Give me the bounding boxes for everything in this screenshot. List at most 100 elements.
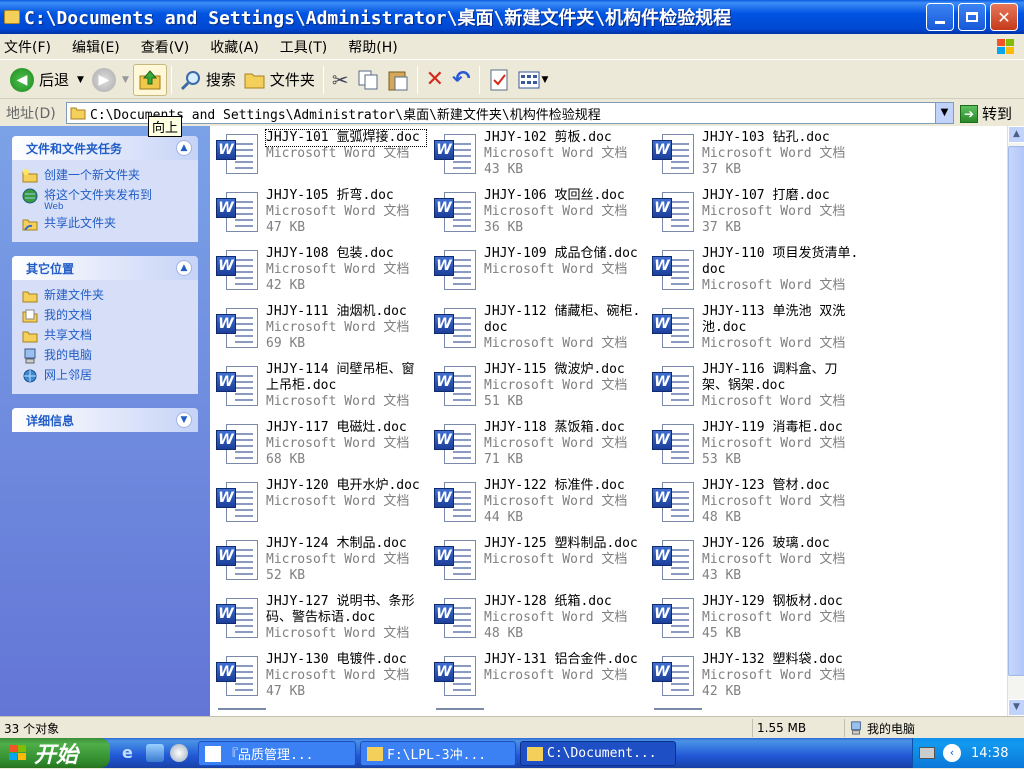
file-item[interactable]: W JHJY-105 折弯.doc Microsoft Word 文档 47 KB	[214, 188, 432, 246]
details-header[interactable]: 详细信息 ▼	[12, 408, 198, 432]
keyboard-icon[interactable]	[919, 747, 935, 759]
task-share-folder[interactable]: 共享此文件夹	[22, 216, 190, 232]
title-bar[interactable]: C:\Documents and Settings\Administrator\…	[0, 0, 1024, 34]
menu-tools[interactable]: 工具(T)	[280, 37, 327, 57]
file-item[interactable]: W JHJY-102 剪板.doc Microsoft Word 文档 43 KB	[432, 130, 650, 188]
other-places-header[interactable]: 其它位置 ▲	[12, 256, 198, 280]
file-item[interactable]: W JHJY-101 氩弧焊接.doc Microsoft Word 文档	[214, 129, 432, 188]
back-dropdown-icon[interactable]: ▼	[77, 75, 84, 85]
close-button[interactable]: ✕	[990, 3, 1018, 31]
file-item[interactable]: W JHJY-132 塑料袋.doc Microsoft Word 文档 42 KB	[650, 652, 868, 710]
place-my-computer[interactable]: 我的电脑	[22, 348, 190, 364]
file-item[interactable]: W JHJY-130 电镀件.doc Microsoft Word 文档 47 KB	[214, 652, 432, 710]
clock[interactable]: 14:38	[971, 746, 1008, 761]
back-button[interactable]: ◀ 后退 ▼	[6, 64, 88, 96]
minimize-button[interactable]	[926, 3, 954, 31]
go-button[interactable]: ➔ 转到	[960, 103, 1012, 124]
taskbar-button-folder-c[interactable]: C:\Document...	[520, 741, 676, 766]
file-type: Microsoft Word 文档	[266, 436, 410, 451]
panel-title: 其它位置	[26, 261, 75, 276]
file-item[interactable]: W JHJY-112 储藏柜、碗柜.doc Microsoft Word 文档	[432, 304, 650, 362]
file-list-view[interactable]: W JHJY-101 氩弧焊接.doc Microsoft Word 文档 W JHJY…	[210, 126, 1007, 716]
place-my-documents[interactable]: 我的文档	[22, 308, 190, 324]
menu-edit[interactable]: 编辑(E)	[72, 37, 120, 57]
file-tasks-header[interactable]: 文件和文件夹任务 ▲	[12, 136, 198, 160]
file-size: 43 KB	[484, 162, 524, 177]
collapse-icon[interactable]: ▲	[176, 260, 192, 276]
file-item[interactable]: W JHJY-131 铝合金件.doc Microsoft Word 文档	[432, 652, 650, 710]
file-item[interactable]: W JHJY-120 电开水炉.doc Microsoft Word 文档	[214, 478, 432, 536]
file-item[interactable]: W JHJY-127 说明书、条形码、警告标语.doc Microsoft Word…	[214, 594, 432, 652]
address-input[interactable]: C:\Documents and Settings\Administrator\…	[66, 102, 954, 124]
delete-button[interactable]: ✕	[422, 64, 448, 96]
expand-icon[interactable]: ▼	[176, 412, 192, 428]
place-shared-documents[interactable]: 共享文档	[22, 328, 190, 344]
file-item[interactable]: W JHJY-116 调料盒、刀架、锅架.doc Microsoft Word 文档	[650, 362, 868, 420]
task-new-folder[interactable]: 创建一个新文件夹	[22, 168, 190, 184]
paste-button[interactable]	[383, 64, 413, 96]
file-item[interactable]: W JHJY-123 管材.doc Microsoft Word 文档 48 KB	[650, 478, 868, 536]
file-item[interactable]: W JHJY-108 包装.doc Microsoft Word 文档 42 KB	[214, 246, 432, 304]
file-item[interactable]: W JHJY-103 钻孔.doc Microsoft Word 文档 37 KB	[650, 130, 868, 188]
file-item[interactable]: W JHJY-107 打磨.doc Microsoft Word 文档 37 KB	[650, 188, 868, 246]
folders-button[interactable]: 文件夹	[240, 64, 319, 96]
media-player-icon[interactable]	[170, 744, 188, 762]
taskbar-button-folder-f[interactable]: F:\LPL-3冲...	[360, 741, 516, 766]
task-publish-web[interactable]: 将这个文件夹发布到 Web	[22, 188, 190, 212]
word-document-icon: W	[432, 130, 480, 178]
restore-button[interactable]	[958, 3, 986, 31]
menu-file[interactable]: 文件(F)	[4, 37, 51, 57]
delete-icon: ✕	[425, 67, 445, 92]
file-item[interactable]: W JHJY-113 单洗池 双洗池.doc Microsoft Word 文档	[650, 304, 868, 362]
menu-view[interactable]: 查看(V)	[141, 37, 190, 57]
file-type: Microsoft Word 文档	[484, 146, 628, 161]
undo-button[interactable]: ↶	[448, 64, 474, 96]
file-item[interactable]: W JHJY-126 玻璃.doc Microsoft Word 文档 43 KB	[650, 536, 868, 594]
word-document-icon: W	[650, 304, 698, 352]
word-document-icon: W	[432, 188, 480, 236]
forward-dropdown-icon[interactable]: ▼	[122, 75, 129, 85]
file-item[interactable]: W JHJY-114 间壁吊柜、窗上吊柜.doc Microsoft Word 文档	[214, 362, 432, 420]
scroll-up-button[interactable]: ▲	[1008, 126, 1024, 143]
views-button[interactable]: ▼	[514, 64, 553, 96]
scroll-thumb[interactable]	[1008, 146, 1024, 676]
file-item[interactable]: W JHJY-129 钢板材.doc Microsoft Word 文档 45 KB	[650, 594, 868, 652]
properties-button[interactable]	[484, 64, 514, 96]
scroll-down-button[interactable]: ▼	[1008, 699, 1024, 716]
outlook-express-icon[interactable]	[146, 744, 164, 762]
file-item[interactable]: W JHJY-110 项目发货清单.doc Microsoft Word 文档	[650, 246, 868, 304]
windows-logo-icon	[997, 39, 1014, 54]
start-button[interactable]: 开始	[0, 738, 110, 768]
file-item[interactable]: W JHJY-128 纸箱.doc Microsoft Word 文档 48 KB	[432, 594, 650, 652]
show-hidden-icons-icon[interactable]: ‹	[943, 744, 961, 762]
menu-help[interactable]: 帮助(H)	[348, 37, 397, 57]
file-item[interactable]: W JHJY-124 木制品.doc Microsoft Word 文档 52 KB	[214, 536, 432, 594]
internet-explorer-icon[interactable]: e	[122, 744, 140, 762]
file-item[interactable]: W JHJY-111 油烟机.doc Microsoft Word 文档 69 KB	[214, 304, 432, 362]
up-folder-button[interactable]	[132, 63, 167, 96]
word-document-icon: W	[650, 362, 698, 410]
menu-favorites[interactable]: 收藏(A)	[210, 37, 259, 57]
cut-button[interactable]: ✂	[328, 64, 353, 96]
file-item[interactable]: W JHJY-122 标准件.doc Microsoft Word 文档 44 KB	[432, 478, 650, 536]
file-item[interactable]: W JHJY-118 蒸饭箱.doc Microsoft Word 文档 71 KB	[432, 420, 650, 478]
taskbar-button-quality[interactable]: 『品质管理...	[198, 741, 356, 766]
address-dropdown-button[interactable]: ▼	[935, 103, 953, 123]
file-item[interactable]: W JHJY-106 攻回丝.doc Microsoft Word 文档 36 KB	[432, 188, 650, 246]
file-item[interactable]: W JHJY-125 塑料制品.doc Microsoft Word 文档	[432, 536, 650, 594]
file-item[interactable]: W JHJY-115 微波炉.doc Microsoft Word 文档 51 KB	[432, 362, 650, 420]
collapse-icon[interactable]: ▲	[176, 140, 192, 156]
window-title: C:\Documents and Settings\Administrator\…	[24, 8, 732, 29]
forward-button[interactable]: ▶ ▼	[88, 64, 133, 96]
place-network[interactable]: 网上邻居	[22, 368, 190, 384]
file-item[interactable]: W JHJY-109 成品仓储.doc Microsoft Word 文档	[432, 246, 650, 304]
file-item[interactable]: W JHJY-117 电磁灶.doc Microsoft Word 文档 68 KB	[214, 420, 432, 478]
word-document-icon: W	[214, 362, 262, 410]
place-new-folder[interactable]: 新建文件夹	[22, 288, 190, 304]
my-computer-icon	[24, 348, 36, 364]
copy-button[interactable]	[353, 64, 383, 96]
file-item[interactable]: W JHJY-119 消毒柜.doc Microsoft Word 文档 53 KB	[650, 420, 868, 478]
search-button[interactable]: 搜索	[176, 64, 240, 96]
vertical-scrollbar[interactable]: ▲ ▼	[1007, 126, 1024, 716]
file-size: 47 KB	[266, 684, 306, 699]
